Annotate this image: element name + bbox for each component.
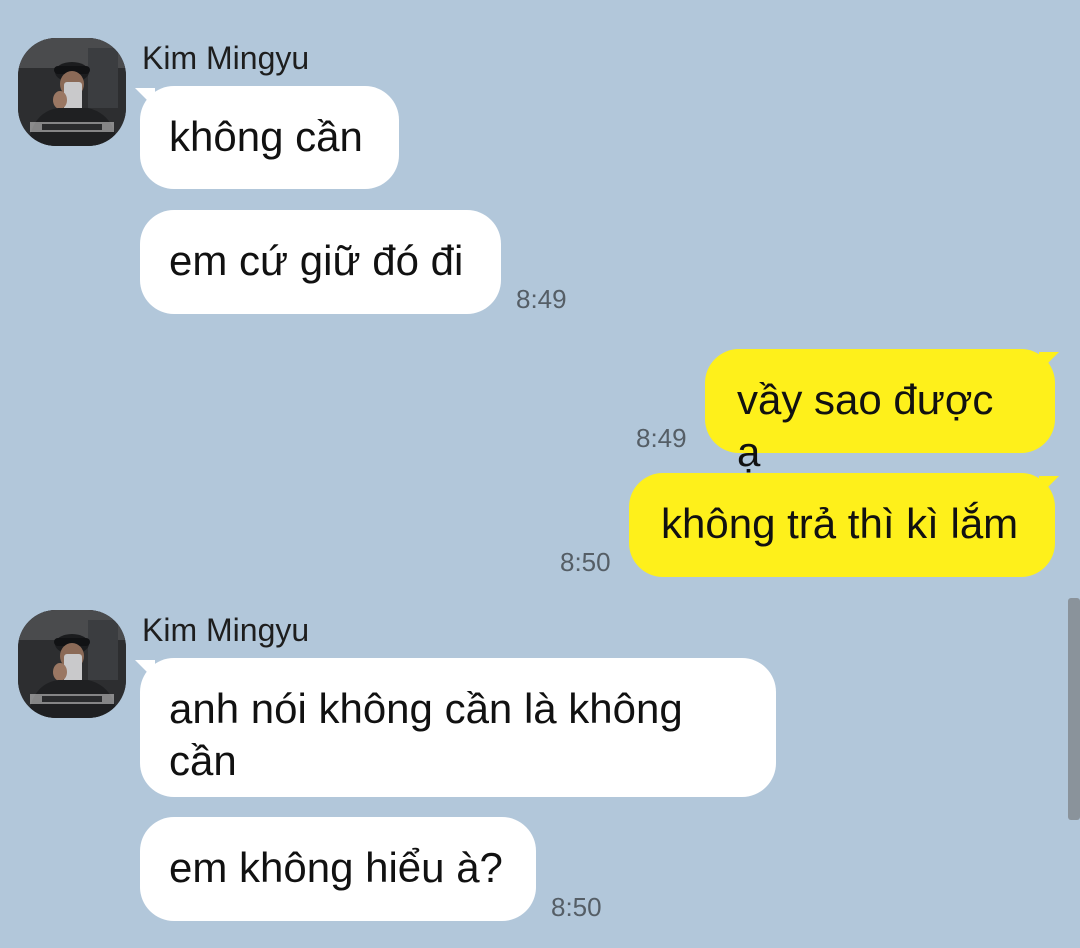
message-timestamp: 8:49	[636, 423, 687, 453]
sender-avatar[interactable]	[18, 610, 126, 718]
message-bubble[interactable]: không cần	[140, 86, 399, 189]
message-bubble[interactable]: em cứ giữ đó đi	[140, 210, 501, 314]
chat-thread[interactable]: Kim Mingyu không cần em cứ giữ đó đi 8:4…	[0, 0, 1080, 948]
profile-photo-icon	[18, 610, 126, 718]
message-timestamp: 8:50	[560, 547, 611, 577]
message-bubble[interactable]: anh nói không cần là không cần	[140, 658, 776, 797]
scrollbar-thumb[interactable]	[1068, 598, 1080, 820]
message-bubble[interactable]: không trả thì kì lắm	[629, 473, 1055, 577]
sender-avatar[interactable]	[18, 38, 126, 146]
message-bubble[interactable]: em không hiểu à?	[140, 817, 536, 921]
message-timestamp: 8:50	[551, 892, 602, 922]
message-bubble[interactable]: vầy sao được ạ	[705, 349, 1055, 475]
message-timestamp: 8:49	[516, 284, 567, 314]
sender-name: Kim Mingyu	[142, 612, 310, 648]
profile-photo-icon	[18, 38, 126, 146]
sender-name: Kim Mingyu	[142, 40, 310, 76]
